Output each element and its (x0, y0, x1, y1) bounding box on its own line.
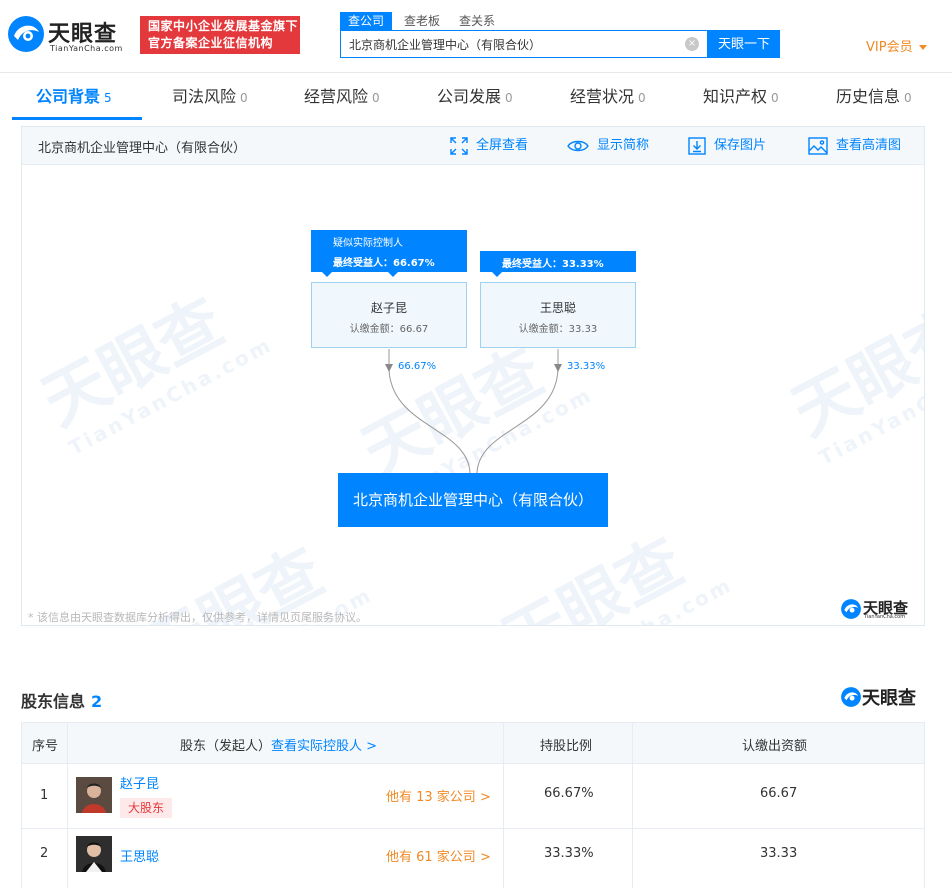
row-index: 1 (40, 788, 49, 803)
badge-line-2: 官方备案企业征信机构 (148, 36, 274, 50)
tab-label: 司法风险 (172, 87, 237, 106)
tab-count: 0 (638, 91, 646, 105)
col-ratio: 持股比例 (540, 739, 593, 754)
tab-label: 公司背景 (36, 87, 101, 106)
column-divider (67, 722, 68, 888)
badge-line-1: 国家中小企业发展基金旗下 (148, 19, 299, 33)
shareholder-companies-link[interactable]: 他有 13 家公司 > (386, 786, 491, 805)
graph-connectors (385, 349, 562, 474)
tab-label: 历史信息 (836, 87, 901, 106)
share-ratio: 66.67% (544, 786, 594, 801)
col-index: 序号 (32, 739, 59, 754)
column-divider (503, 722, 504, 888)
view-actual-controller-link[interactable]: 查看实际控股人 > (271, 739, 377, 754)
company-node[interactable]: 北京商机企业管理中心（有限合伙） (338, 473, 608, 527)
subscribed-capital: 66.67 (760, 786, 798, 801)
beneficiary-graph-panel: 天眼查 TianYanCha.com 天眼查 TianYanCha.com 天眼查 T… (21, 126, 925, 626)
section-logo: 天眼查 (840, 684, 924, 710)
search-input[interactable] (341, 31, 681, 57)
connector-line-wang (476, 349, 559, 474)
official-badge: 国家中小企业发展基金旗下 官方备案企业征信机构 (140, 16, 300, 54)
tab-label: 经营状况 (570, 87, 635, 106)
col-holder-label: 股东（发起人） (180, 739, 272, 754)
col-holder: 股东（发起人）查看实际控股人 > (180, 735, 377, 754)
share-ratio: 33.33% (544, 846, 594, 861)
clear-icon[interactable]: × (685, 37, 699, 51)
tab-company-background[interactable]: 公司背景 5 (36, 73, 112, 123)
shareholder-name[interactable]: 赵子昆 (120, 773, 159, 792)
row-index: 2 (40, 846, 49, 861)
tab-operation-status[interactable]: 经营状况 0 (570, 73, 646, 123)
tab-intellectual-property[interactable]: 知识产权 0 (703, 73, 779, 123)
section-logo-name: 天眼查 (862, 688, 916, 709)
logo-mark-icon (841, 599, 861, 619)
tab-count: 0 (771, 91, 779, 105)
tab-search-relation[interactable]: 查关系 (459, 12, 495, 29)
tab-count: 0 (904, 91, 912, 105)
tab-company-development[interactable]: 公司发展 0 (437, 73, 513, 123)
tab-label: 知识产权 (703, 87, 768, 106)
avatar[interactable] (76, 777, 112, 813)
arrow-down-icon (554, 364, 562, 372)
caret-down-icon (918, 45, 927, 50)
logo-mark-icon (841, 687, 861, 707)
tab-legal-risk[interactable]: 司法风险 0 (172, 73, 248, 123)
active-tab-indicator (12, 117, 142, 120)
search-box: × (340, 30, 708, 58)
company-nav: 公司背景 5 司法风险 0 经营风险 0 公司发展 0 经营状况 0 知识产权 0 历史信息… (0, 72, 952, 122)
arrow-down-icon (385, 364, 393, 372)
tab-label: 经营风险 (304, 87, 369, 106)
avatar[interactable] (76, 836, 112, 872)
shareholders-table-header: 序号 股东（发起人）查看实际控股人 > 持股比例 认缴出资额 (21, 722, 925, 764)
tab-history[interactable]: 历史信息 0 (836, 73, 912, 123)
vip-menu[interactable]: VIP会员 (866, 36, 927, 55)
tab-count: 0 (240, 91, 248, 105)
tab-count: 0 (372, 91, 380, 105)
column-divider (632, 722, 633, 888)
tab-search-boss[interactable]: 查老板 (404, 12, 440, 29)
tab-count: 5 (104, 91, 112, 105)
logo-mark-icon (8, 16, 44, 52)
search-button[interactable]: 天眼一下 (708, 30, 780, 58)
shareholders-title: 股东信息 2 (21, 688, 102, 712)
share-percent-wang: 33.33% (567, 361, 606, 372)
top-header: 天眼查 TianYanCha.com 国家中小企业发展基金旗下 官方备案企业征信… (0, 0, 952, 72)
share-percent-zhao: 66.67% (398, 361, 437, 372)
tab-search-company[interactable]: 查公司 (340, 12, 393, 30)
col-capital: 认缴出资额 (742, 739, 808, 754)
subscribed-capital: 33.33 (760, 846, 798, 861)
panel-logo: 天眼查 TianYanCha.com (840, 597, 920, 621)
shareholders-count: 2 (91, 692, 103, 711)
table-row: 2 王思聪 他有 61 家公司 > 33.33% 33.33 (21, 829, 925, 888)
tianyancha-logo[interactable]: 天眼查 TianYanCha.com (6, 12, 132, 56)
tab-operation-risk[interactable]: 经营风险 0 (304, 73, 380, 123)
table-row: 1 赵子昆 大股东 他有 13 家公司 > 66.67% 66.67 (21, 764, 925, 828)
logo-domain: TianYanCha.com (50, 44, 123, 53)
shareholders-title-label: 股东信息 (21, 692, 86, 711)
major-shareholder-badge: 大股东 (120, 798, 173, 818)
vip-label: VIP会员 (866, 40, 913, 55)
graph-disclaimer: * 该信息由天眼查数据库分析得出，仅供参考，详情见页尾服务协议。 (28, 611, 367, 624)
tab-label: 公司发展 (437, 87, 502, 106)
shareholder-name[interactable]: 王思聪 (120, 846, 159, 865)
tab-count: 0 (505, 91, 513, 105)
panel-logo-domain: TianYanCha.com (864, 614, 906, 620)
shareholder-companies-link[interactable]: 他有 61 家公司 > (386, 846, 491, 865)
